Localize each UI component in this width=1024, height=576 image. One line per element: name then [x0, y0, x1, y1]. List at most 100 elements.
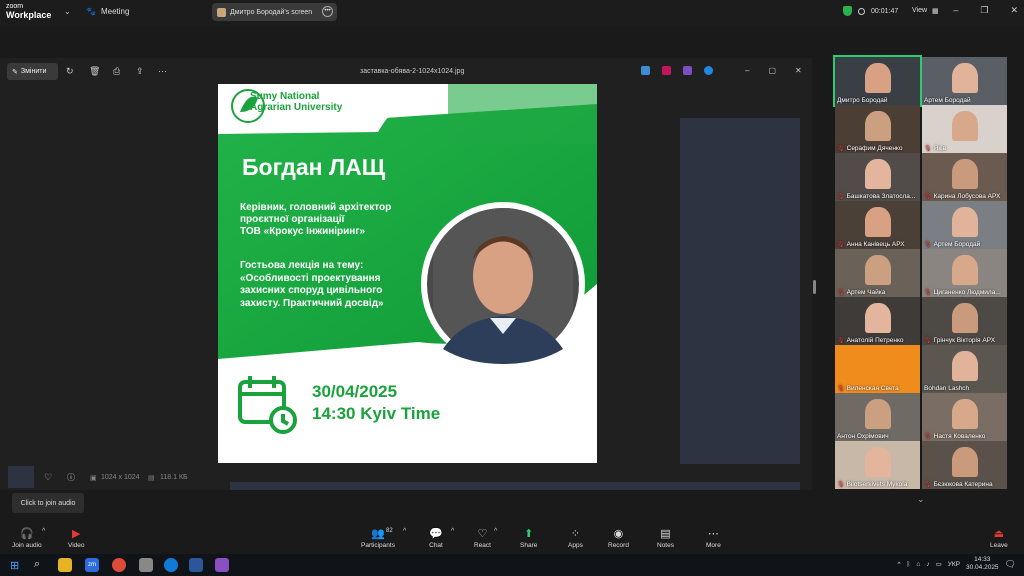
maximize-icon[interactable]: ▢ [768, 66, 776, 75]
participant-tile[interactable]: 🎙 Бєзюкова Катерина [922, 441, 1007, 489]
participant-name-label: 🎙 Грінчук Вікторія АРХ [924, 337, 995, 344]
restore-icon[interactable]: ❐ [980, 5, 988, 16]
chat-label: Chat [429, 542, 443, 549]
edge-icon[interactable] [164, 558, 178, 572]
participant-name-label: 🎙 Башкатова Златосла... [837, 193, 915, 200]
participant-name-label: Антон Охрімович [837, 433, 889, 440]
screen-share-pill[interactable]: Дмитро Бородай's screen ••• [212, 3, 337, 21]
participant-name: Карина Лобусова АРХ [933, 193, 1001, 200]
minimize-icon[interactable]: – [953, 5, 958, 16]
participant-tile[interactable]: Bohdan Lashch [922, 345, 1007, 393]
video-button[interactable]: ▶ Video [68, 527, 85, 549]
topic-line1: Гостьова лекція на тему: [240, 260, 364, 271]
react-label: React [474, 542, 491, 549]
windows-start-icon[interactable]: ⊞ [10, 559, 19, 572]
battery-icon[interactable]: ▭ [936, 560, 942, 568]
thumbnail[interactable] [8, 466, 34, 488]
windows-taskbar: ⊞ ⌕ zm ^ ᛒ ⌂ ♪ ▭ УКР 14:33 30.04.2025 🗨 [0, 554, 1024, 576]
share-button[interactable]: ⬆ Share [520, 527, 537, 549]
mic-muted-icon: 🎙 [837, 290, 845, 296]
react-button[interactable]: ♡ React [474, 527, 491, 549]
participant-tile[interactable]: 🎙 Яків [922, 105, 1007, 153]
more-button[interactable]: ⋯ More [706, 527, 721, 549]
participant-tile[interactable]: 🎙 Серафим Дяченко [835, 105, 920, 153]
search-icon[interactable]: ⌕ [34, 558, 40, 571]
grid-icon: ▦ [932, 8, 939, 15]
topic-line3: захисних споруд цивільного [240, 285, 383, 296]
participant-tile[interactable]: 🎙 Настя Коваленко [922, 393, 1007, 441]
file-explorer-icon[interactable] [58, 558, 72, 572]
edit-button[interactable]: ✎ Змінити [7, 63, 58, 80]
meeting-menu[interactable]: 🐾 Meeting [86, 7, 129, 16]
mic-muted-icon: 🎙 [837, 146, 845, 152]
network-icon[interactable]: ⌂ [916, 561, 920, 568]
bluetooth-icon[interactable]: ᛒ [907, 561, 911, 568]
participant-name-label: 🎙 Яків [924, 145, 946, 152]
chat-button[interactable]: 💬 Chat [429, 527, 443, 549]
chrome-icon[interactable] [112, 558, 126, 572]
record-button[interactable]: ◉ Record [608, 527, 629, 549]
delete-icon[interactable]: 🗑 [89, 66, 100, 77]
chevron-up-icon[interactable]: ^ [494, 528, 497, 535]
audio-icon[interactable]: ♪ [926, 561, 929, 568]
chevron-up-icon[interactable]: ^ [451, 528, 454, 535]
view-menu[interactable]: View ▦ [912, 7, 939, 15]
join-audio-button[interactable]: 🎧 Join audio [12, 527, 42, 549]
rotate-icon[interactable]: ↻ [66, 66, 74, 77]
more-icon[interactable]: ⋯ [158, 66, 167, 77]
security-shield-icon[interactable] [843, 6, 852, 16]
participant-name: Грінчук Вікторія АРХ [933, 337, 996, 344]
mic-muted-icon: 🎙 [924, 146, 932, 152]
participant-tile[interactable]: 🎙 Башкатова Златосла... [835, 153, 920, 201]
notes-button[interactable]: ▤ Notes [657, 527, 674, 549]
print-icon[interactable]: ⎙ [113, 66, 120, 77]
info-icon[interactable]: ⓘ [67, 472, 75, 483]
participant-tile[interactable]: 🎙 Грінчук Вікторія АРХ [922, 297, 1007, 345]
headphones-icon: 🎧 [19, 528, 34, 540]
chevron-down-icon[interactable]: ⌄ [917, 494, 925, 505]
mic-muted-icon: 🎙 [924, 242, 932, 248]
close-icon[interactable]: ✕ [1010, 5, 1018, 16]
close-icon[interactable]: ✕ [795, 66, 802, 75]
participant-tile[interactable]: 🎙 Анна Канівець АРХ [835, 201, 920, 249]
participant-tile[interactable]: Антон Охрімович [835, 393, 920, 441]
word-icon[interactable] [189, 558, 203, 572]
clock[interactable]: 14:33 30.04.2025 [966, 556, 999, 572]
participant-tile[interactable]: Дмитро Бородай [833, 55, 922, 107]
leave-button[interactable]: ⏏ Leave [990, 527, 1008, 549]
participant-tile[interactable]: 🎙 Виленская Света [835, 345, 920, 393]
minimize-icon[interactable]: – [745, 66, 749, 75]
participant-tile[interactable]: 🎙 Циганенко Людмила... [922, 249, 1007, 297]
paint-icon[interactable] [641, 66, 650, 75]
participant-video [865, 447, 891, 477]
share-icon[interactable]: ⇪ [136, 66, 144, 77]
participant-video [952, 207, 978, 237]
participant-tile[interactable]: 🎙 Анатолій Петренко [835, 297, 920, 345]
onedrive-icon[interactable] [704, 66, 713, 75]
mic-muted-icon: 🎙 [924, 338, 932, 344]
participant-tile[interactable]: 🎙 Карина Лобусова АРХ [922, 153, 1007, 201]
notification-icon[interactable]: 🗨 [1005, 559, 1016, 570]
participant-tile[interactable]: 🎙 Артем Бородай [922, 201, 1007, 249]
panel-resize-handle[interactable] [813, 280, 816, 294]
participant-tile[interactable]: Артем Бородай [922, 57, 1007, 105]
photos-icon[interactable] [215, 558, 229, 572]
chevron-up-icon[interactable]: ^ [403, 528, 406, 535]
participant-tile[interactable]: 🎙 Bilotserkivets Mykola [835, 441, 920, 489]
participant-tile[interactable]: 🎙 Артем Чайка [835, 249, 920, 297]
university-name: Sumy National Agrarian University [250, 91, 342, 113]
chevron-up-icon[interactable]: ^ [897, 561, 900, 568]
chevron-up-icon[interactable]: ^ [42, 528, 45, 535]
participant-name: Артем Чайка [846, 289, 886, 296]
input-language[interactable]: УКР [948, 561, 960, 568]
clipchamp-icon[interactable] [662, 66, 671, 75]
chevron-down-icon[interactable]: ⌄ [64, 7, 71, 16]
horizontal-scrollbar[interactable] [230, 482, 800, 490]
apps-button[interactable]: ⁘ Apps [568, 527, 583, 549]
designer-icon[interactable] [683, 66, 692, 75]
favorite-icon[interactable]: ♡ [44, 472, 52, 483]
calculator-icon[interactable] [139, 558, 153, 572]
more-options-icon[interactable]: ••• [322, 6, 333, 17]
zoom-app-icon[interactable]: zm [85, 558, 99, 572]
apps-label: Apps [568, 542, 583, 549]
